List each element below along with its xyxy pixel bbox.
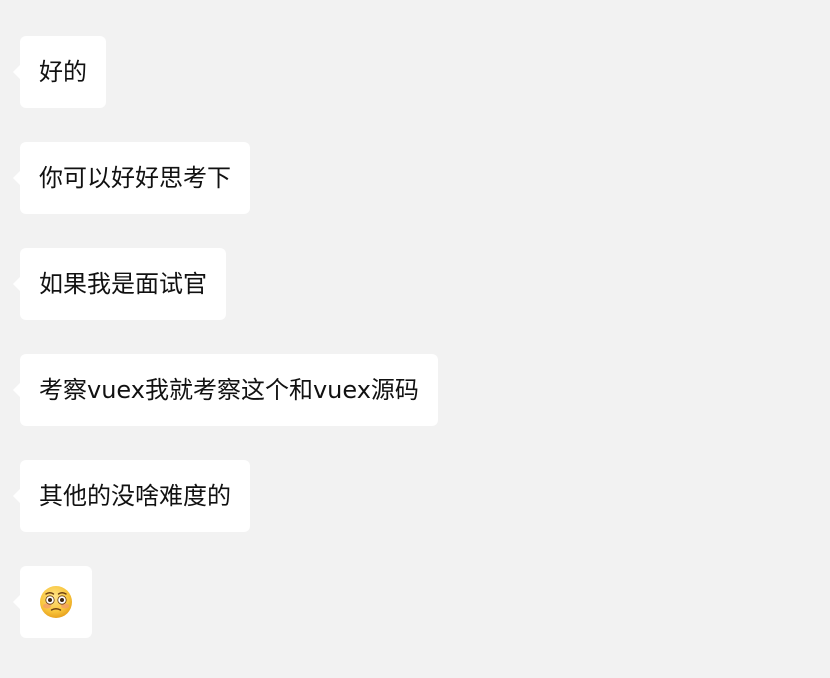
message-bubble[interactable]: 你可以好好思考下 [13, 142, 250, 214]
message-bubble[interactable]: 其他的没啥难度的 [13, 460, 250, 532]
chat-message-list: 好的 你可以好好思考下 如果我是面试官 考察vuex我就考察这个和vuex源码 … [0, 0, 830, 678]
message-text: 你可以好好思考下 [39, 164, 231, 192]
message-text: 好的 [39, 58, 87, 86]
message-bubble[interactable]: 好的 [13, 36, 106, 108]
message-bubble[interactable]: 如果我是面试官 [13, 248, 226, 320]
message-text: 如果我是面试官 [39, 270, 207, 298]
message-text: 考察vuex我就考察这个和vuex源码 [39, 376, 419, 404]
flushed-face-emoji-icon [40, 586, 72, 618]
message-bubble[interactable]: 考察vuex我就考察这个和vuex源码 [13, 354, 438, 426]
message-bubble-emoji[interactable] [13, 566, 92, 638]
message-text: 其他的没啥难度的 [39, 482, 231, 510]
